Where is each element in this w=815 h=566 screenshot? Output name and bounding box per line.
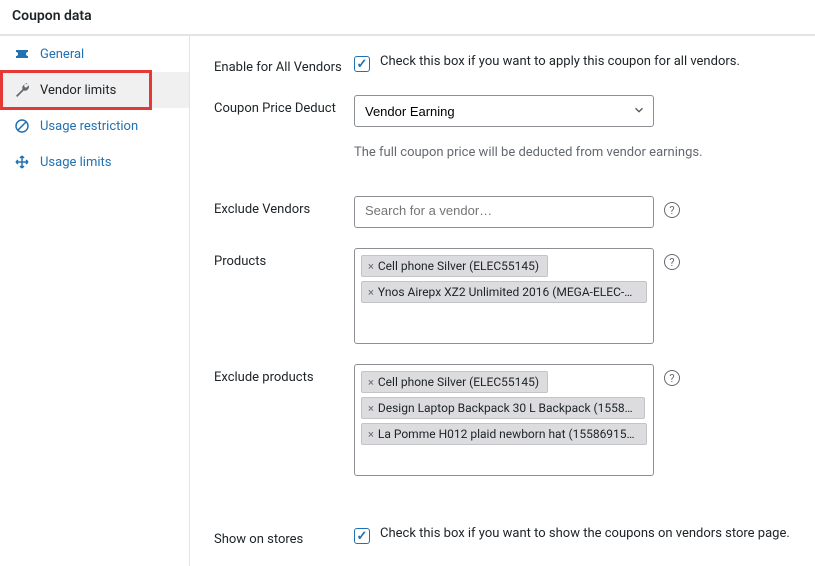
wrench-icon [14, 82, 30, 98]
field-label: Show on stores [214, 526, 354, 547]
sidebar-item-label: Usage limits [40, 155, 111, 170]
panel-body: General Vendor limits Usage restriction … [0, 35, 815, 566]
remove-tag-icon[interactable]: × [368, 428, 374, 441]
help-icon[interactable]: ? [664, 370, 680, 386]
tag-text: Cell phone Silver (ELEC55145) [378, 259, 539, 273]
field-label: Exclude products [214, 364, 354, 385]
section-gap [214, 486, 793, 516]
field-coupon-price-deduct: Coupon Price Deduct Vendor Earning The f… [214, 85, 793, 170]
exclude-vendors-search[interactable] [355, 197, 653, 224]
exclude-vendors-input[interactable] [354, 196, 654, 228]
sidebar-item-general[interactable]: General [0, 36, 189, 72]
product-tag: × Design Laptop Backpack 30 L Backpack (… [361, 397, 645, 419]
sidebar-item-usage-limits[interactable]: Usage limits [0, 144, 189, 180]
field-enable-all-vendors: Enable for All Vendors Check this box if… [214, 44, 793, 85]
field-notify-vendors: Notify Vendors Check this box if you wan… [214, 557, 793, 566]
field-show-on-stores: Show on stores Check this box if you wan… [214, 516, 793, 557]
sidebar-item-label: Usage restriction [40, 119, 138, 134]
product-tag: × Ynos Airepx XZ2 Unlimited 2016 (MEGA-E… [361, 281, 647, 303]
ticket-icon [14, 46, 30, 62]
tag-text: La Pomme H012 plaid newborn hat (1558691… [378, 427, 638, 441]
remove-tag-icon[interactable]: × [368, 402, 374, 415]
field-exclude-vendors: Exclude Vendors ? [214, 186, 793, 238]
field-exclude-products: Exclude products × Cell phone Silver (EL… [214, 354, 793, 486]
tag-text: Design Laptop Backpack 30 L Backpack (15… [378, 401, 636, 415]
product-tag: × Cell phone Silver (ELEC55145) [361, 371, 548, 393]
exclude-products-multiselect[interactable]: × Cell phone Silver (ELEC55145) × Design… [354, 364, 654, 476]
panel-title: Coupon data [0, 0, 815, 35]
remove-tag-icon[interactable]: × [368, 376, 374, 389]
field-label: Products [214, 248, 354, 269]
field-products: Products × Cell phone Silver (ELEC55145)… [214, 238, 793, 354]
price-deduct-helper: The full coupon price will be deducted f… [354, 145, 703, 160]
field-label: Enable for All Vendors [214, 54, 354, 75]
sidebar-item-vendor-limits[interactable]: Vendor limits [0, 72, 189, 108]
product-tag: × Cell phone Silver (ELEC55145) [361, 255, 548, 277]
sidebar-item-label: Vendor limits [40, 83, 116, 98]
enable-all-vendors-desc: Check this box if you want to apply this… [380, 54, 740, 69]
sidebar-item-usage-restriction[interactable]: Usage restriction [0, 108, 189, 144]
products-multiselect[interactable]: × Cell phone Silver (ELEC55145) × Ynos A… [354, 248, 654, 344]
help-icon[interactable]: ? [664, 254, 680, 270]
remove-tag-icon[interactable]: × [368, 260, 374, 273]
help-icon[interactable]: ? [664, 202, 680, 218]
enable-all-vendors-checkbox[interactable] [354, 56, 370, 72]
sidebar-item-label: General [40, 47, 84, 62]
show-on-stores-checkbox[interactable] [354, 528, 370, 544]
field-label: Coupon Price Deduct [214, 95, 354, 116]
coupon-price-deduct-select[interactable]: Vendor Earning [354, 95, 654, 127]
sidebar: General Vendor limits Usage restriction … [0, 36, 190, 566]
field-label: Exclude Vendors [214, 196, 354, 217]
content-area: Enable for All Vendors Check this box if… [190, 36, 815, 566]
tag-text: Cell phone Silver (ELEC55145) [378, 375, 539, 389]
show-on-stores-desc: Check this box if you want to show the c… [380, 526, 790, 541]
move-icon [14, 154, 30, 170]
tag-text: Ynos Airepx XZ2 Unlimited 2016 (MEGA-ELE… [378, 285, 638, 299]
product-tag: × La Pomme H012 plaid newborn hat (15586… [361, 423, 647, 445]
block-icon [14, 118, 30, 134]
remove-tag-icon[interactable]: × [368, 286, 374, 299]
